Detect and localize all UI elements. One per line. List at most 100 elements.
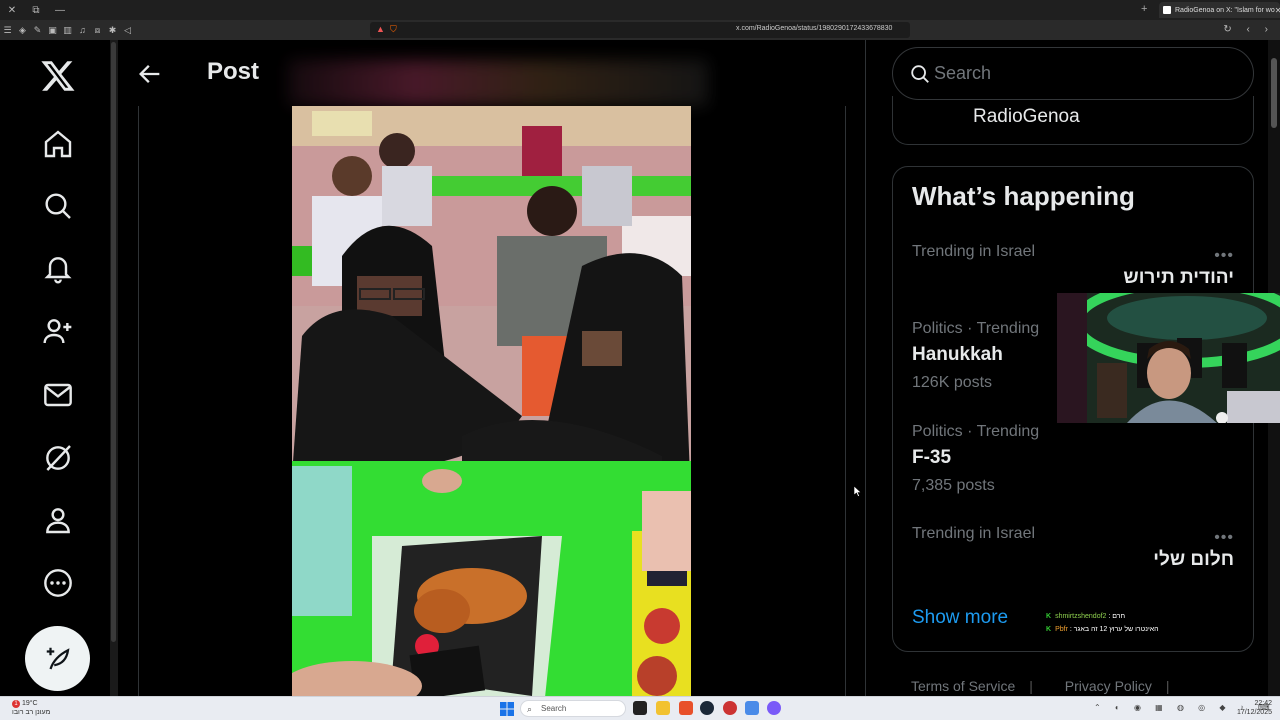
nav-communities[interactable] — [40, 313, 76, 349]
windows-start-icon[interactable] — [500, 702, 514, 716]
trend-count: 7,385 posts — [912, 477, 995, 494]
more-dots-icon[interactable]: ••• — [1214, 247, 1234, 265]
taskbar-search[interactable]: ⌕ Search — [520, 700, 626, 717]
window-minimize-icon[interactable]: — — [48, 5, 72, 16]
search-icon — [911, 65, 929, 83]
extension-icon[interactable]: ✎ — [30, 25, 45, 36]
x-favicon-icon — [1163, 6, 1171, 14]
weather-temp: 19°C — [21, 700, 38, 707]
x-logo-icon[interactable] — [40, 58, 76, 94]
weather-desc: מעונן רב רובו — [12, 709, 51, 716]
nav-grok[interactable] — [40, 440, 76, 476]
window-close-icon[interactable]: ✕ — [0, 5, 24, 16]
screenshot-icon[interactable]: ⧈ — [90, 25, 105, 36]
terms-link[interactable]: Terms of Service — [911, 678, 1015, 694]
video-frame — [292, 106, 691, 696]
profile-card[interactable]: RadioGenoa — [892, 96, 1254, 145]
trend-item[interactable]: Politics · Trending F-35 7,385 posts — [912, 423, 1234, 495]
music-icon[interactable]: ♫ — [75, 25, 90, 35]
feather-plus-icon — [46, 647, 69, 669]
obs-icon[interactable] — [723, 701, 737, 715]
chat-message: Kshmirtzshendof2 : חרם — [1046, 613, 1126, 620]
window-restore-icon[interactable]: ⧉ — [24, 5, 48, 16]
nav-buttons[interactable]: ↻ ‹ › — [1223, 24, 1274, 35]
main-column: Post — [118, 40, 866, 696]
nav-home[interactable] — [40, 126, 76, 162]
left-nav — [0, 40, 116, 696]
profile-card-name[interactable]: RadioGenoa — [973, 106, 1080, 128]
browser-tab[interactable]: RadioGenoa on X: "Islam for wo ✕ — [1159, 2, 1280, 18]
file-explorer-icon[interactable] — [656, 701, 670, 715]
chat-text: : חרם — [1108, 613, 1126, 620]
search-box[interactable]: Search — [892, 47, 1254, 100]
warning-icon[interactable]: ▲ — [376, 24, 385, 34]
back-arrow-icon[interactable] — [136, 60, 164, 88]
page-title: Post — [207, 58, 260, 85]
post-video[interactable] — [292, 106, 691, 696]
tab-title: RadioGenoa on X: "Islam for wo — [1175, 6, 1275, 14]
shield-icon[interactable]: ◈ — [15, 25, 30, 36]
steam-icon[interactable] — [700, 701, 714, 715]
chat-text: : האינטרו של ערוץ 12 זה באגר — [1069, 626, 1159, 633]
blurred-header-overlay — [288, 60, 708, 106]
tab-close-icon[interactable]: ✕ — [1275, 6, 1280, 15]
clock[interactable]: 22:42 17/12/2025 — [1237, 699, 1272, 717]
compose-post-button[interactable] — [25, 626, 90, 691]
search-placeholder: Search — [934, 63, 992, 83]
chat-user: shmirtzshendof2 — [1055, 613, 1107, 620]
trend-context: Politics · Trending — [912, 423, 1040, 440]
weather-widget[interactable]: 1 19°C מעונן רב רובו — [12, 699, 50, 717]
left-scrollbar[interactable] — [110, 40, 118, 696]
mouse-cursor-icon — [854, 486, 862, 497]
trend-item[interactable]: Trending in Israel ••• חלום שלי — [912, 525, 1234, 571]
home-icon — [44, 130, 72, 158]
os-taskbar: 1 19°C מעונן רב רובו ⌕ Search ⌃ ◐ ◉ ▦ ◍ … — [0, 696, 1280, 720]
grok-icon — [46, 445, 71, 471]
brave-shield-icon[interactable]: ⛉ — [390, 24, 397, 35]
nav-explore[interactable] — [40, 188, 76, 224]
add-person-icon — [43, 319, 72, 344]
search-icon — [45, 193, 71, 219]
wallet-icon[interactable]: ▣ — [45, 25, 60, 36]
sound-icon[interactable]: ◁ — [120, 25, 135, 36]
webcam-overlay — [1057, 293, 1280, 423]
trend-title: F-35 — [912, 447, 952, 468]
clock-time: 22:42 — [1254, 700, 1272, 707]
app-icon[interactable] — [745, 701, 759, 715]
nav-messages[interactable] — [40, 377, 76, 413]
nav-profile[interactable] — [40, 502, 76, 538]
chat-user: Pbfr — [1055, 626, 1068, 633]
trend-item[interactable]: Trending in Israel ••• יהודית תירוש — [912, 243, 1234, 289]
discord-icon[interactable] — [767, 701, 781, 715]
url-text[interactable]: x.com/RadioGenoa/status/1980290172433678… — [736, 25, 892, 32]
trend-context: Trending in Israel — [912, 525, 1036, 542]
footer-links: Terms of Service | Privacy Policy | — [911, 678, 1170, 694]
more-circle-icon — [44, 569, 72, 597]
brave-browser-icon[interactable] — [679, 701, 693, 715]
reader-icon[interactable]: ▥ — [60, 25, 75, 36]
notification-badge: 1 — [12, 700, 20, 708]
puzzle-icon[interactable]: ✱ — [105, 25, 120, 36]
bell-icon — [44, 257, 72, 284]
browser-tab-bar: ✕ ⧉ — + RadioGenoa on X: "Islam for wo ✕ — [0, 0, 1280, 20]
new-tab-icon[interactable]: + — [1141, 3, 1147, 15]
show-more-link[interactable]: Show more — [912, 607, 1008, 629]
taskbar-search-label: Search — [541, 704, 567, 713]
chat-message: K Pbfr : האינטרו של ערוץ 12 זה באגר — [1046, 626, 1159, 633]
trends-heading: What’s happening — [912, 181, 1135, 211]
more-dots-icon[interactable]: ••• — [1214, 529, 1234, 547]
search-icon: ⌕ — [527, 704, 533, 714]
stream-chat: Kshmirtzshendof2 : חרם K Pbfr : האינטרו ש… — [1046, 610, 1246, 636]
address-bar[interactable]: ▲ ⛉ x.com/RadioGenoa/status/198029017243… — [370, 22, 910, 38]
clock-date: 17/12/2025 — [1236, 709, 1272, 716]
nav-more[interactable] — [40, 565, 76, 601]
trend-title: יהודית תירוש — [1123, 267, 1234, 288]
mail-icon — [44, 383, 72, 407]
privacy-link[interactable]: Privacy Policy — [1065, 678, 1152, 694]
taskview-icon[interactable] — [633, 701, 647, 715]
nav-notifications[interactable] — [40, 251, 76, 287]
person-icon — [46, 508, 70, 534]
sidebar-toggle-icon[interactable]: ☰ — [0, 25, 15, 36]
webcam-frame — [1057, 293, 1280, 423]
trend-context: Trending in Israel — [912, 243, 1036, 260]
